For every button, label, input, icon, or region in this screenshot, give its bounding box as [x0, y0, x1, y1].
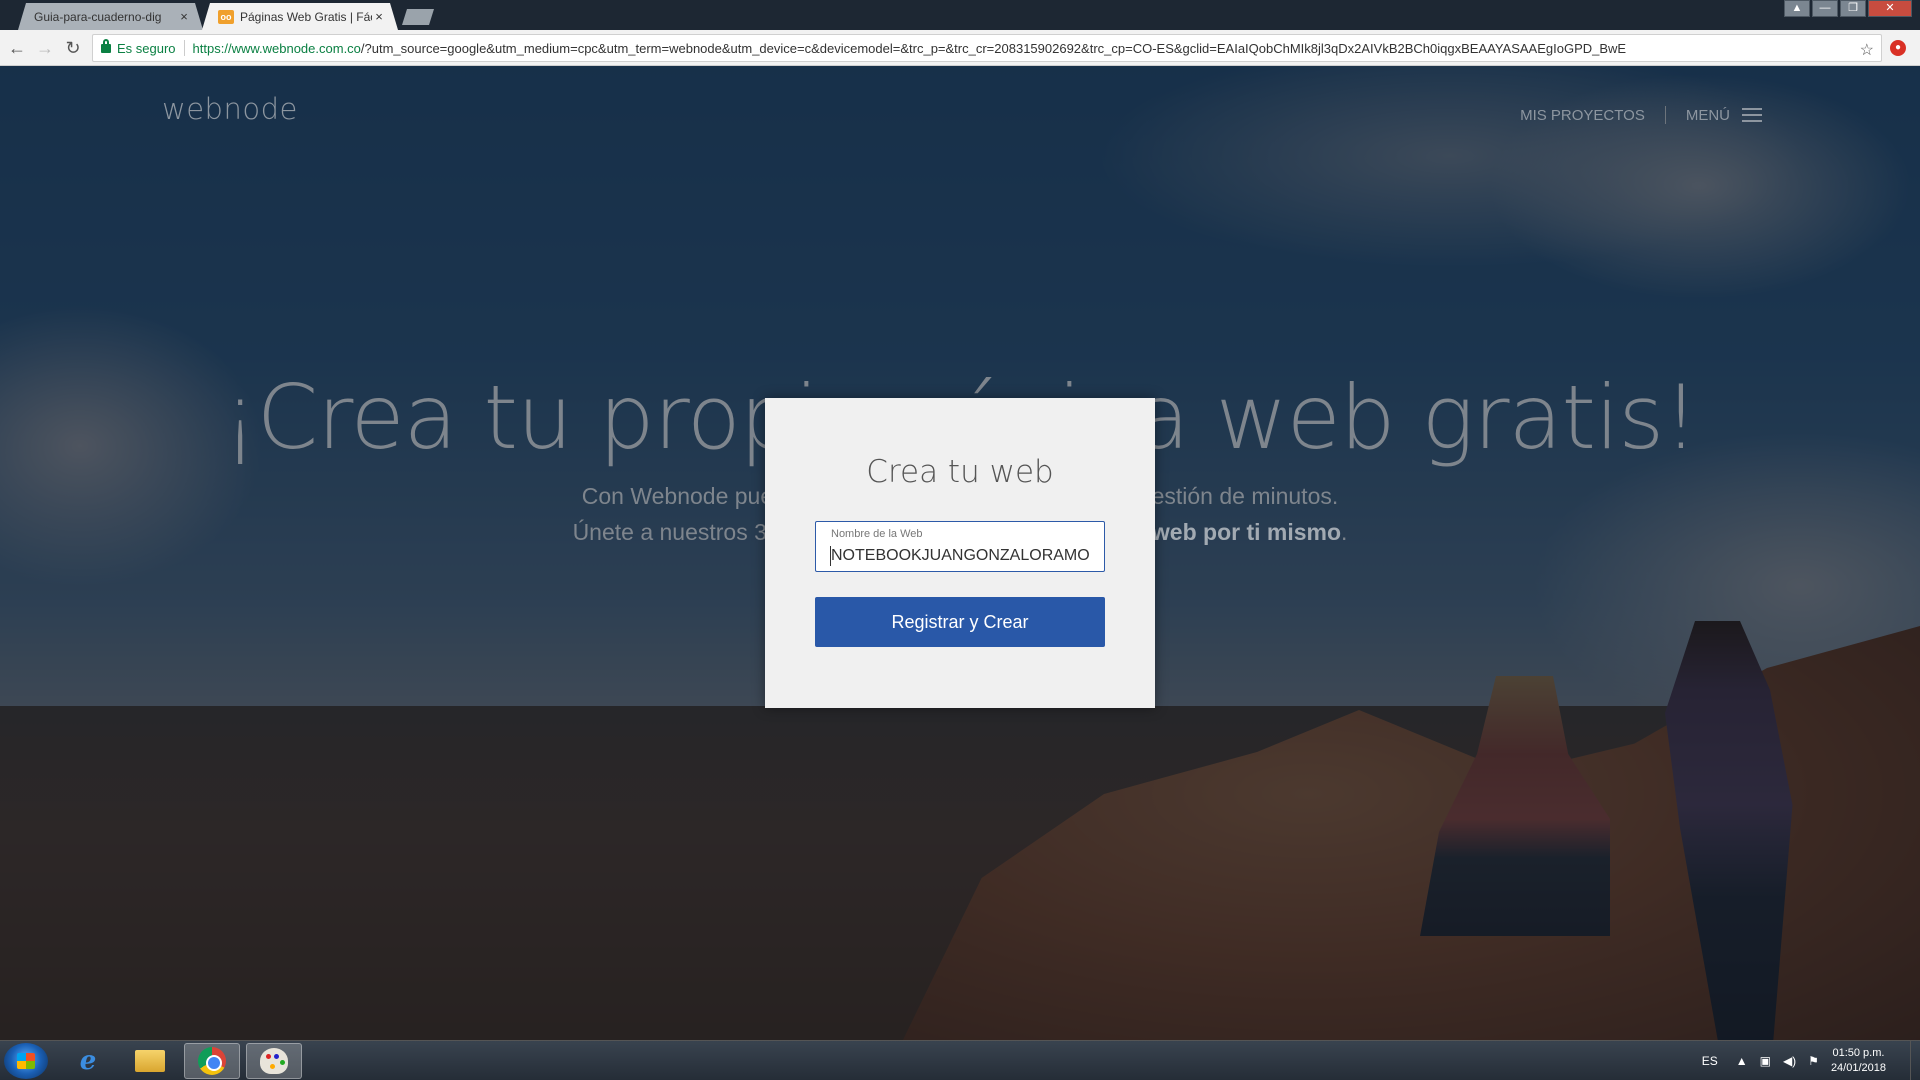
clock-time: 01:50 p.m.	[1832, 1047, 1885, 1059]
file-explorer-icon[interactable]	[122, 1043, 178, 1079]
window-close-icon[interactable]: ✕	[1868, 0, 1912, 17]
reload-icon[interactable]: ↻	[62, 37, 84, 59]
tab-strip: Guia-para-cuaderno-dig × oo Páginas Web …	[0, 0, 1920, 30]
tab-label: Páginas Web Gratis | Fác	[240, 9, 372, 24]
system-tray: ES ▲ ▣ ◀) ⚑ 01:50 p.m. 24/01/2018	[1702, 1041, 1920, 1080]
create-web-modal: Crea tu web Nombre de la Web Registrar y…	[765, 398, 1155, 708]
extension-icon[interactable]: ●	[1890, 40, 1906, 56]
clock-date: 24/01/2018	[1830, 1062, 1886, 1074]
user-icon[interactable]: ▲	[1784, 0, 1810, 17]
show-desktop-button[interactable]	[1910, 1041, 1920, 1080]
modal-title: Crea tu web	[866, 454, 1054, 490]
top-nav: MIS PROYECTOS MENÚ	[1520, 106, 1762, 124]
url-domain: https://www.webnode.com.co	[192, 40, 361, 56]
clock[interactable]: 01:50 p.m. 24/01/2018	[1831, 1046, 1886, 1076]
new-tab-button[interactable]	[402, 9, 434, 25]
restore-icon[interactable]: ❐	[1840, 0, 1866, 17]
nav-divider	[1664, 106, 1666, 124]
bookmark-star-icon[interactable]: ☆	[1860, 40, 1874, 60]
show-hidden-icons-icon[interactable]: ▲	[1736, 1054, 1748, 1068]
hero-line2-suffix: .	[1341, 519, 1348, 545]
menu-link[interactable]: MENÚ	[1686, 107, 1730, 124]
paint-icon[interactable]	[246, 1043, 302, 1079]
windows-taskbar: e ES ▲ ▣ ◀) ⚑ 01:50 p.m. 24/01/2018	[0, 1040, 1920, 1080]
hero-line2-prefix: Únete a nuestros 3	[572, 519, 767, 545]
network-icon[interactable]: ▣	[1760, 1054, 1771, 1068]
tab-label: Guia-para-cuaderno-dig	[34, 9, 162, 24]
tab-guia[interactable]: Guia-para-cuaderno-dig ×	[18, 3, 203, 30]
browser-toolbar: ← → ↻ Es seguro https://www.webnode.com.…	[0, 30, 1920, 66]
minimize-icon[interactable]: —	[1812, 0, 1838, 17]
start-button-icon[interactable]	[4, 1043, 48, 1079]
url-text[interactable]: https://www.webnode.com.co/?utm_source=g…	[193, 41, 1881, 56]
webnode-logo[interactable]: webnode	[162, 92, 298, 126]
hero-line2-bold: web por ti mismo	[1151, 519, 1342, 545]
webnode-favicon-icon: oo	[218, 10, 234, 24]
forward-icon[interactable]: →	[34, 37, 56, 59]
secure-label: Es seguro	[117, 40, 176, 56]
close-tab-icon[interactable]: ×	[372, 9, 386, 24]
chrome-icon[interactable]	[184, 1043, 240, 1079]
register-create-button[interactable]: Registrar y Crear	[815, 597, 1105, 647]
back-icon[interactable]: ←	[6, 37, 28, 59]
action-center-flag-icon[interactable]: ⚑	[1808, 1054, 1819, 1068]
address-bar[interactable]: Es seguro https://www.webnode.com.co/?ut…	[92, 34, 1882, 62]
my-projects-link[interactable]: MIS PROYECTOS	[1520, 107, 1645, 124]
lock-icon	[101, 38, 111, 53]
separator	[183, 40, 185, 56]
internet-explorer-icon[interactable]: e	[60, 1043, 116, 1079]
volume-icon[interactable]: ◀)	[1783, 1054, 1796, 1068]
web-name-label: Nombre de la Web	[831, 528, 923, 540]
tab-webnode[interactable]: oo Páginas Web Gratis | Fác ×	[202, 3, 398, 30]
window-controls: ▲ — ❐ ✕	[1784, 0, 1912, 17]
url-path: /?utm_source=google&utm_medium=cpc&utm_t…	[360, 40, 1627, 56]
close-tab-icon[interactable]: ×	[177, 9, 191, 24]
web-name-input[interactable]	[830, 546, 1092, 566]
hamburger-icon[interactable]	[1742, 108, 1762, 122]
web-name-field[interactable]: Nombre de la Web	[815, 521, 1105, 572]
language-indicator[interactable]: ES	[1702, 1054, 1718, 1068]
